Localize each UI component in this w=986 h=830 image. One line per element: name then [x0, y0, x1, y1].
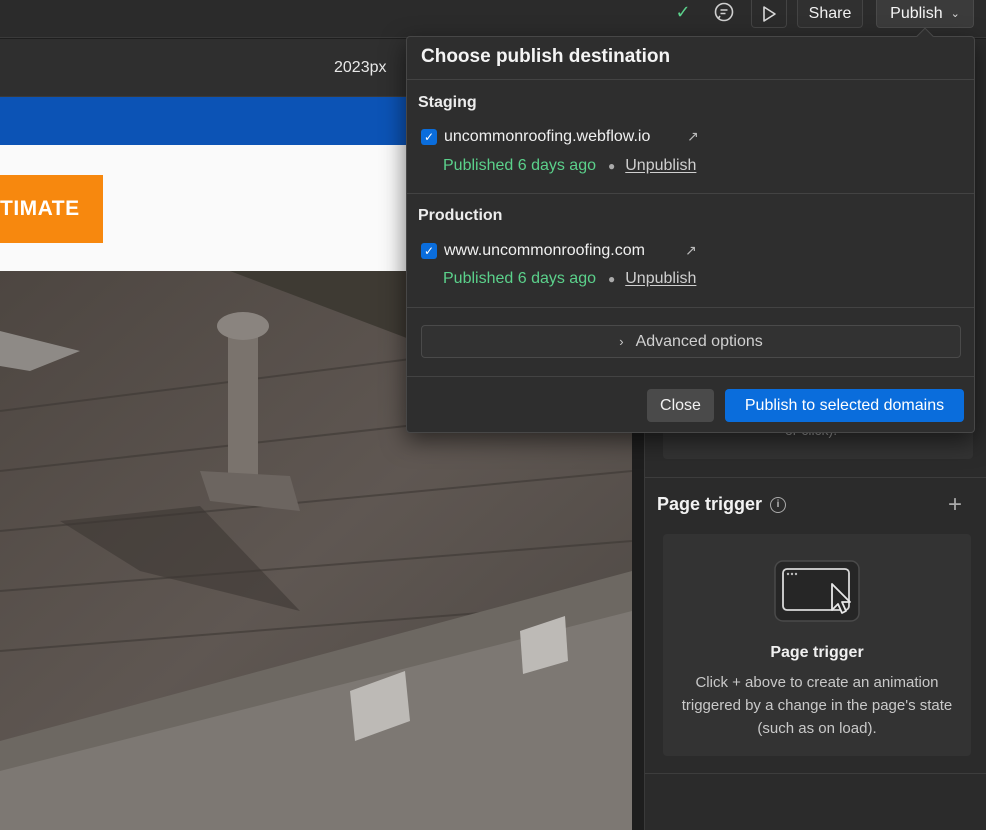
publish-button[interactable]: Publish ⌄ [876, 0, 974, 28]
production-section-label: Production [418, 207, 503, 224]
popover-divider [407, 193, 974, 194]
preview-play-icon[interactable] [751, 0, 787, 28]
popover-divider [407, 307, 974, 308]
production-unpublish-link[interactable]: Unpublish [625, 270, 696, 288]
popover-divider [407, 79, 974, 80]
separator-dot: ● [608, 159, 616, 173]
page-trigger-heading: Page trigger i [657, 494, 787, 515]
share-button[interactable]: Share [797, 0, 863, 28]
chevron-right-icon: › [619, 334, 624, 349]
external-link-icon[interactable]: ↗ [687, 128, 699, 145]
add-page-trigger-plus-icon[interactable]: + [948, 491, 962, 519]
page-trigger-card-title: Page trigger [770, 644, 864, 661]
panel-divider [645, 773, 986, 774]
top-bar: ✓ Share Publish ⌄ [0, 0, 986, 38]
page-trigger-card-description: Click + above to create an animation tri… [681, 674, 953, 737]
staging-checkbox[interactable]: ✓ [421, 129, 437, 145]
page-trigger-title: Page trigger [657, 494, 763, 514]
breakpoint-width-label: 2023px [334, 59, 387, 76]
external-link-icon[interactable]: ↗ [685, 242, 697, 259]
separator-dot: ● [608, 272, 616, 286]
staging-status-row: Published 6 days ago ● Unpublish [443, 157, 696, 175]
panel-divider [645, 477, 986, 478]
staging-published-status: Published 6 days ago [443, 157, 596, 174]
chevron-down-icon: ⌄ [950, 8, 960, 20]
production-domain: www.uncommonroofing.com [444, 242, 645, 259]
comment-icon[interactable] [711, 0, 737, 24]
info-icon[interactable]: i [770, 496, 787, 513]
staging-section-label: Staging [418, 94, 477, 111]
production-status-row: Published 6 days ago ● Unpublish [443, 270, 696, 288]
publish-button-label: Publish [890, 4, 943, 22]
staging-domain-row[interactable]: ✓ uncommonroofing.webflow.io [421, 128, 650, 146]
publish-to-selected-domains-button[interactable]: Publish to selected domains [725, 389, 964, 422]
publish-destination-popover: Choose publish destination Staging ✓ unc… [406, 27, 975, 433]
close-button[interactable]: Close [647, 389, 714, 422]
staging-unpublish-link[interactable]: Unpublish [625, 157, 696, 175]
popover-divider [407, 376, 974, 377]
popover-title: Choose publish destination [421, 46, 671, 67]
advanced-options-button[interactable]: › Advanced options [421, 325, 961, 358]
staging-domain: uncommonroofing.webflow.io [444, 128, 651, 145]
cursor-window-icon [774, 560, 860, 622]
production-domain-row[interactable]: ✓ www.uncommonroofing.com [421, 242, 645, 260]
page-trigger-empty-card: Page trigger Click + above to create an … [663, 534, 971, 756]
estimate-cta-button[interactable]: TIMATE [0, 175, 103, 243]
production-checkbox[interactable]: ✓ [421, 243, 437, 259]
production-published-status: Published 6 days ago [443, 270, 596, 287]
advanced-options-label: Advanced options [635, 332, 763, 350]
saved-check-icon: ✓ [675, 1, 691, 22]
